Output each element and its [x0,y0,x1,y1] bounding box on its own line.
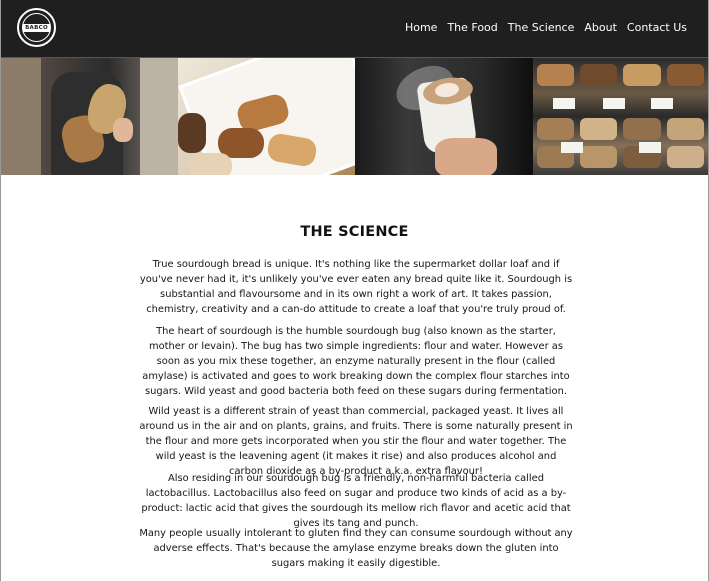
barista-hand [435,138,497,175]
page-frame: BABCO Home The Food The Science About Co… [0,0,709,581]
price-label [650,98,673,109]
paragraph-intro: True sourdough bread is unique. It's not… [139,259,573,315]
logo-text: BABCO [23,23,50,32]
background-shelf [1,58,41,175]
page-title: THE SCIENCE [300,224,409,240]
gallery-image-pastries [177,58,355,175]
gallery-image-baker [1,58,178,175]
paragraph-wild-yeast: Wild yeast is a different strain of yeas… [139,406,573,477]
price-label [560,142,583,153]
nav-home[interactable]: Home [405,21,437,35]
pastry [177,113,206,153]
paragraph-sourdough-bug: The heart of sourdough is the humble sou… [142,326,570,397]
price-label [602,98,625,109]
gallery-image-display-case [532,58,709,175]
display-row [533,118,709,140]
nav-the-science[interactable]: The Science [508,21,575,35]
price-label [552,98,575,109]
gallery-image-coffee [355,58,533,175]
paragraph-lactobacillus: Also residing in our sourdough bug is a … [141,473,571,529]
nav-the-food[interactable]: The Food [447,21,497,35]
logo[interactable]: BABCO [17,8,56,47]
logo-ring: BABCO [22,13,51,42]
site-header: BABCO Home The Food The Science About Co… [1,0,708,57]
display-row [533,146,709,168]
background-wall [139,58,178,175]
paragraph-gluten: Many people usually intolerant to gluten… [139,528,573,569]
pastry [187,153,232,175]
display-row [533,64,709,86]
image-gallery [1,57,708,175]
price-label [638,142,661,153]
nav-about[interactable]: About [584,21,617,35]
baker-hand [113,118,133,142]
main-nav: Home The Food The Science About Contact … [405,21,687,35]
nav-contact-us[interactable]: Contact Us [627,21,687,35]
